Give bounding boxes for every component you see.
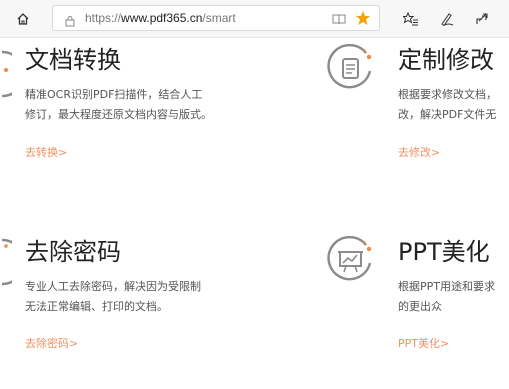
- go-convert-link[interactable]: 去转换>: [25, 144, 67, 160]
- go-edit-link[interactable]: 去修改>: [398, 144, 440, 160]
- address-bar[interactable]: https://www.pdf365.cn/smart: [52, 5, 380, 31]
- card-title: 去除密码: [25, 238, 121, 266]
- url-text: https://www.pdf365.cn/smart: [85, 11, 236, 25]
- lock-icon: [65, 12, 75, 31]
- card-description: 专业人工去除密码，解决因为受限制 无法正常编辑、打印的文档。: [25, 280, 201, 313]
- card-description: 精准OCR识别PDF扫描件，结合人工 修订，最大程度还原文档内容与版式。: [25, 88, 212, 121]
- ppt-beautify-icon: [327, 236, 372, 281]
- card-title: 文档转换: [25, 46, 121, 74]
- go-ppt-beautify-link[interactable]: PPT美化>: [398, 335, 449, 351]
- card-title: 定制修改: [398, 46, 494, 74]
- favorites-list-icon[interactable]: [400, 8, 422, 30]
- edit-document-icon: [327, 44, 372, 89]
- go-remove-password-link[interactable]: 去除密码>: [25, 335, 78, 351]
- card-description: 根据PPT用途和要求 的更出众: [398, 280, 495, 313]
- document-convert-icon: [1, 50, 12, 98]
- card-title: PPT美化: [398, 238, 490, 266]
- favorite-star-icon[interactable]: [355, 10, 371, 30]
- reading-view-icon[interactable]: [332, 11, 346, 30]
- card-description: 根据要求修改文档， 改，解决PDF文件无: [398, 88, 497, 121]
- browser-toolbar: https://www.pdf365.cn/smart: [0, 0, 509, 38]
- page-content: 文档转换 精准OCR识别PDF扫描件，结合人工 修订，最大程度还原文档内容与版式…: [0, 38, 509, 389]
- home-icon[interactable]: [12, 8, 34, 30]
- pen-icon[interactable]: [436, 8, 458, 30]
- remove-password-icon: [1, 238, 12, 286]
- share-icon[interactable]: [471, 8, 493, 30]
